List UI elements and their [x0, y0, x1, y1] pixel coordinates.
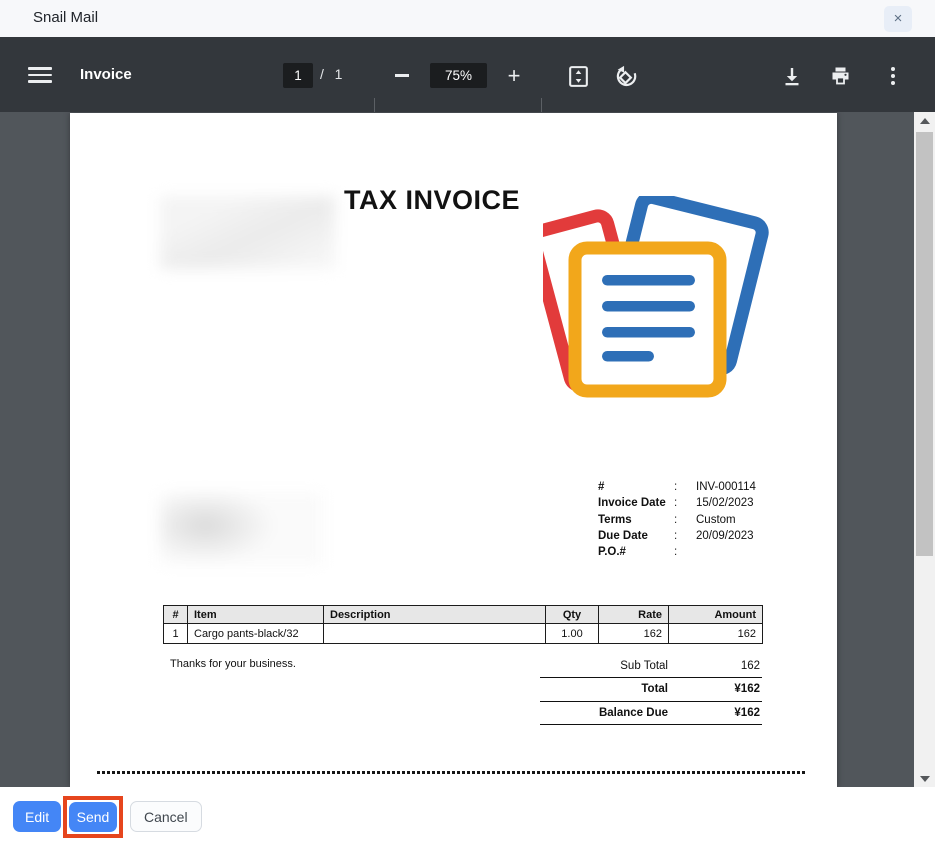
cell-item: Cargo pants-black/32	[188, 624, 324, 644]
balance-due-value: ¥162	[690, 707, 762, 719]
invoice-logo	[543, 196, 769, 400]
scrollbar-track[interactable]	[914, 112, 935, 787]
thanks-note: Thanks for your business.	[170, 658, 296, 670]
totals-section: Sub Total 162 Total ¥162 Balance Due ¥16…	[540, 655, 762, 725]
print-button[interactable]	[827, 64, 854, 88]
send-button[interactable]: Send	[69, 802, 117, 832]
meta-row: Due Date : 20/09/2023	[598, 528, 814, 544]
col-header-item: Item	[188, 606, 324, 624]
col-header-qty: Qty	[546, 606, 599, 624]
edit-button[interactable]: Edit	[13, 801, 61, 832]
subtotal-row: Sub Total 162	[540, 655, 762, 678]
document-title: Invoice	[80, 66, 132, 83]
minus-icon	[395, 74, 409, 76]
page-dotted-divider	[97, 771, 807, 774]
cancel-button[interactable]: Cancel	[130, 801, 202, 832]
subtotal-label: Sub Total	[540, 660, 690, 672]
col-header-amount: Amount	[669, 606, 763, 624]
pdf-page: TAX INVOICE #	[70, 113, 837, 787]
download-icon	[780, 64, 804, 88]
col-header-desc: Description	[324, 606, 546, 624]
send-highlight-box: Send	[63, 796, 123, 838]
bill-to-redacted	[160, 493, 322, 565]
cell-desc	[324, 624, 546, 644]
zoom-in-button[interactable]: +	[501, 63, 527, 88]
col-header-rate: Rate	[599, 606, 669, 624]
cell-amount: 162	[669, 624, 763, 644]
meta-row: P.O.# :	[598, 544, 814, 560]
meta-row: # : INV-000114	[598, 479, 814, 495]
cell-rate: 162	[599, 624, 669, 644]
page-count: / 1	[320, 66, 343, 82]
table-header-row: # Item Description Qty Rate Amount	[164, 606, 763, 624]
col-header-num: #	[164, 606, 188, 624]
triangle-up-icon	[920, 118, 930, 124]
meta-label: Terms	[598, 514, 674, 526]
total-label: Total	[540, 683, 690, 695]
modal-header: Snail Mail ×	[0, 0, 935, 37]
total-row: Total ¥162	[540, 678, 762, 701]
meta-label: P.O.#	[598, 546, 674, 558]
meta-value: INV-000114	[696, 481, 814, 493]
table-row: 1 Cargo pants-black/32 1.00 162 162	[164, 624, 763, 644]
more-options-button[interactable]	[881, 63, 905, 89]
pdf-toolbar: Invoice 1 / 1 75% +	[0, 37, 935, 112]
triangle-down-icon	[920, 776, 930, 782]
meta-label: Invoice Date	[598, 497, 674, 509]
scrollbar-thumb[interactable]	[916, 132, 933, 556]
close-icon: ×	[894, 10, 903, 27]
invoice-meta: # : INV-000114 Invoice Date : 15/02/2023…	[598, 479, 814, 560]
line-items-table: # Item Description Qty Rate Amount 1 Car…	[163, 605, 763, 644]
cell-num: 1	[164, 624, 188, 644]
total-value: ¥162	[690, 683, 762, 695]
modal-title: Snail Mail	[33, 9, 98, 26]
modal-footer: Edit Send Cancel	[0, 787, 935, 842]
meta-row: Invoice Date : 15/02/2023	[598, 495, 814, 511]
close-button[interactable]: ×	[884, 6, 912, 32]
download-button[interactable]	[779, 64, 805, 88]
hamburger-icon	[28, 67, 52, 70]
company-info-redacted	[160, 196, 335, 269]
meta-value: 20/09/2023	[696, 530, 814, 542]
zoom-out-button[interactable]	[390, 63, 414, 88]
meta-row: Terms : Custom	[598, 512, 814, 528]
print-icon	[828, 64, 853, 88]
plus-icon: +	[508, 63, 521, 89]
menu-button[interactable]	[26, 63, 54, 87]
balance-due-label: Balance Due	[540, 707, 690, 719]
kebab-menu-icon	[881, 63, 905, 89]
invoice-heading: TAX INVOICE	[344, 185, 520, 216]
rotate-ccw-icon	[613, 63, 639, 89]
zoom-level: 75%	[430, 63, 487, 88]
meta-label: Due Date	[598, 530, 674, 542]
meta-value: Custom	[696, 514, 814, 526]
meta-value: 15/02/2023	[696, 497, 814, 509]
pdf-viewer: TAX INVOICE #	[0, 112, 935, 787]
rotate-button[interactable]	[612, 63, 640, 89]
scroll-down-button[interactable]	[914, 770, 935, 787]
subtotal-value: 162	[690, 660, 762, 672]
fit-page-icon	[566, 64, 591, 89]
scroll-up-button[interactable]	[914, 112, 935, 129]
meta-label: #	[598, 481, 674, 493]
balance-due-row: Balance Due ¥162	[540, 702, 762, 725]
snail-mail-modal: Snail Mail × Invoice 1 / 1 75% +	[0, 0, 935, 842]
page-number-input[interactable]: 1	[283, 63, 313, 88]
logo-yellow-page	[575, 248, 720, 391]
cell-qty: 1.00	[546, 624, 599, 644]
fit-to-page-button[interactable]	[564, 63, 592, 89]
